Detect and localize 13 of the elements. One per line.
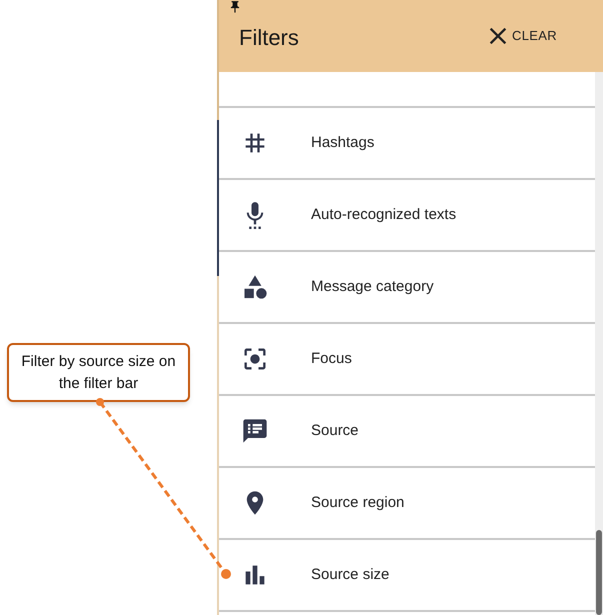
- filter-label: Hashtags: [311, 132, 374, 153]
- clear-button[interactable]: CLEAR: [484, 22, 557, 50]
- panel-title: Filters: [239, 24, 299, 52]
- filter-label: Focus: [311, 348, 352, 369]
- callout-text: Filter by source size on the filter bar: [20, 352, 177, 394]
- message-list-icon: [241, 417, 269, 445]
- scrollbar[interactable]: [595, 72, 603, 615]
- filter-label: Auto-recognized texts: [311, 204, 456, 225]
- filter-label: Source: [311, 420, 359, 441]
- filter-label: Source size: [311, 564, 390, 585]
- filter-label: Message category: [311, 276, 434, 297]
- filter-label: Source region: [311, 492, 404, 513]
- pin-icon[interactable]: [228, 0, 242, 14]
